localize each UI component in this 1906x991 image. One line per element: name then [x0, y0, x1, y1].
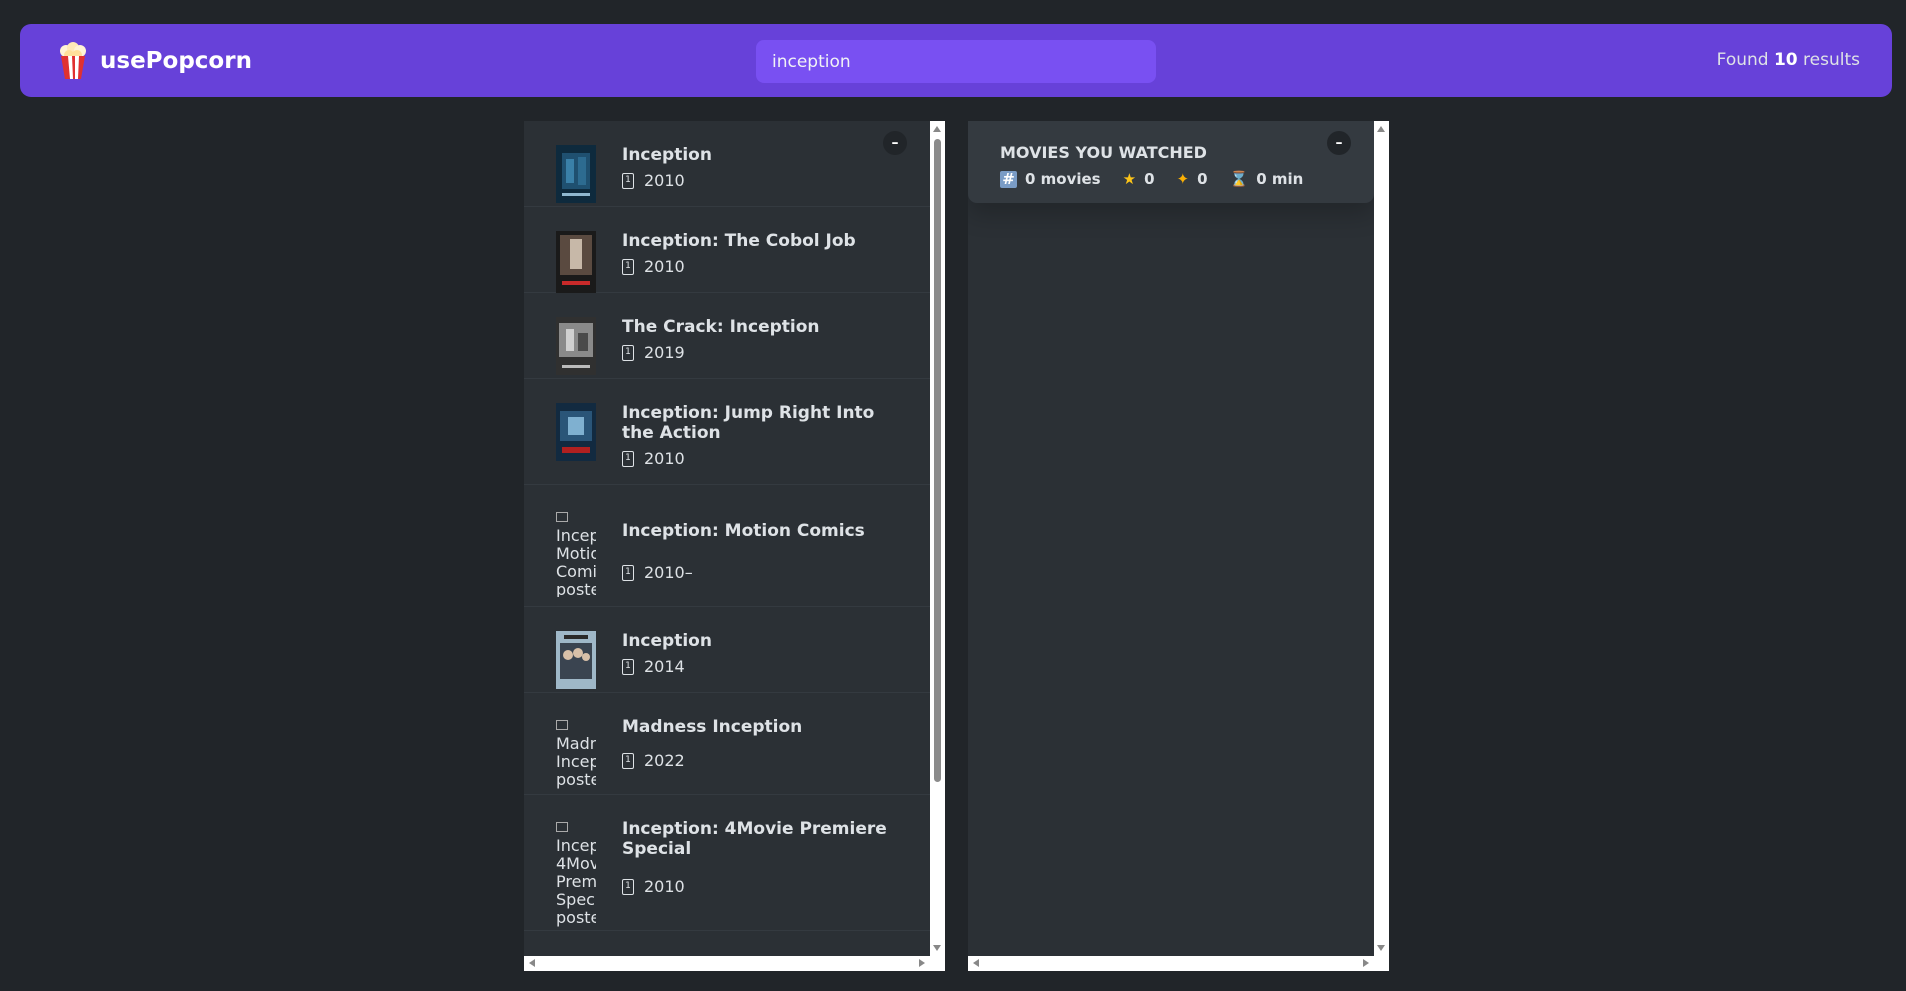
logo-text: usePopcorn — [100, 48, 252, 74]
calendar-icon: 1 — [622, 344, 634, 361]
movie-year: 1 2010 — [622, 257, 906, 276]
movie-year: 1 2019 — [622, 343, 906, 362]
logo: usePopcorn — [58, 42, 252, 80]
scroll-up-arrow-icon[interactable] — [1377, 126, 1385, 132]
calendar-icon: 1 — [622, 658, 634, 675]
movie-year: 1 2010 — [622, 171, 906, 190]
watched-box: – Movies you watched #0 movies ★ 0 ✦ 0 ⌛ 0 … — [968, 121, 1389, 971]
scrollbar-corner — [930, 956, 945, 971]
search-input[interactable] — [756, 40, 1156, 83]
broken-image-icon — [556, 822, 568, 832]
scroll-up-arrow-icon[interactable] — [933, 126, 941, 132]
movie-title: Inception: Motion Comics — [622, 521, 865, 541]
hourglass-icon: ⌛ — [1229, 170, 1249, 188]
movie-poster: Inception: 4Movie Premiere Special poste… — [556, 819, 596, 927]
broken-image-icon — [556, 512, 568, 522]
scroll-right-arrow-icon[interactable] — [1363, 959, 1369, 967]
movie-year: 1 2010 — [622, 449, 906, 468]
star-icon: ★ — [1122, 170, 1137, 188]
horizontal-scrollbar[interactable] — [968, 956, 1389, 971]
calendar-icon: 1 — [622, 172, 634, 189]
results-count: Found 10 results — [1716, 50, 1860, 70]
navbar: usePopcorn Found 10 results — [20, 24, 1892, 97]
movie-title: Madness Inception — [622, 717, 803, 737]
movie-item[interactable]: Inception: Motion Comics poster Inceptio… — [524, 485, 930, 607]
movie-title: Inception — [622, 631, 712, 651]
vertical-scrollbar[interactable] — [930, 121, 945, 956]
scroll-left-arrow-icon[interactable] — [973, 959, 979, 967]
search-results-box: – Inception 1 2010 Inception: The Cobol J… — [524, 121, 945, 971]
broken-image-icon — [556, 720, 568, 730]
movie-item[interactable]: Inception 1 2010 — [524, 121, 930, 207]
popcorn-icon — [58, 42, 88, 80]
movie-title: Inception — [622, 145, 712, 165]
movie-year: 1 2010 — [622, 877, 906, 896]
movie-title: Inception: Jump Right Into the Action — [622, 403, 875, 443]
movie-poster: Madness Inception poster — [556, 717, 596, 789]
calendar-icon: 1 — [622, 878, 634, 895]
stat-user-rating: ✦ 0 — [1176, 170, 1208, 188]
scroll-right-arrow-icon[interactable] — [919, 959, 925, 967]
movie-list: Inception 1 2010 Inception: The Cobol Job… — [524, 121, 930, 931]
calendar-icon: 1 — [622, 450, 634, 467]
movie-item[interactable]: The Crack: Inception 1 2019 — [524, 293, 930, 379]
movie-title: The Crack: Inception — [622, 317, 820, 337]
movie-poster — [556, 403, 596, 461]
movie-poster — [556, 231, 596, 293]
movie-poster — [556, 631, 596, 689]
movie-item[interactable]: Madness Inception poster Madness Incepti… — [524, 693, 930, 795]
toggle-results-button[interactable]: – — [883, 131, 907, 155]
scroll-down-arrow-icon[interactable] — [933, 945, 941, 951]
calendar-icon: 1 — [622, 258, 634, 275]
movie-year: 1 2022 — [622, 751, 906, 770]
calendar-icon: 1 — [622, 564, 634, 581]
scrollbar-corner — [1374, 956, 1389, 971]
vertical-scrollbar[interactable] — [1374, 121, 1389, 956]
glowing-star-icon: ✦ — [1176, 170, 1190, 188]
movie-item[interactable]: Inception 1 2014 — [524, 607, 930, 693]
calendar-icon: 1 — [622, 752, 634, 769]
hash-icon: # — [1000, 170, 1017, 188]
summary-title: Movies you watched — [1000, 143, 1207, 162]
movie-year: 1 2010– — [622, 563, 906, 582]
summary-stats: #0 movies ★ 0 ✦ 0 ⌛ 0 min — [1000, 170, 1342, 188]
movie-item[interactable]: Inception: The Cobol Job 1 2010 — [524, 207, 930, 293]
scroll-thumb[interactable] — [934, 139, 941, 782]
movie-poster — [556, 317, 596, 375]
stat-imdb-rating: ★ 0 — [1122, 170, 1155, 188]
toggle-watched-button[interactable]: – — [1327, 131, 1351, 155]
horizontal-scrollbar[interactable] — [524, 956, 945, 971]
movie-title: Inception: 4Movie Premiere Special — [622, 819, 887, 859]
movie-item[interactable]: Inception: 4Movie Premiere Special poste… — [524, 795, 930, 931]
movie-poster — [556, 145, 596, 203]
movie-title: Inception: The Cobol Job — [622, 231, 856, 251]
scroll-down-arrow-icon[interactable] — [1377, 945, 1385, 951]
watched-summary: Movies you watched #0 movies ★ 0 ✦ 0 ⌛ 0 mi… — [968, 121, 1374, 203]
movie-year: 1 2014 — [622, 657, 906, 676]
stat-runtime: ⌛ 0 min — [1229, 170, 1304, 188]
movie-poster: Inception: Motion Comics poster — [556, 509, 596, 597]
movie-item[interactable]: Inception: Jump Right Into the Action 12… — [524, 379, 930, 485]
scroll-left-arrow-icon[interactable] — [529, 959, 535, 967]
stat-movies: #0 movies — [1000, 170, 1101, 188]
